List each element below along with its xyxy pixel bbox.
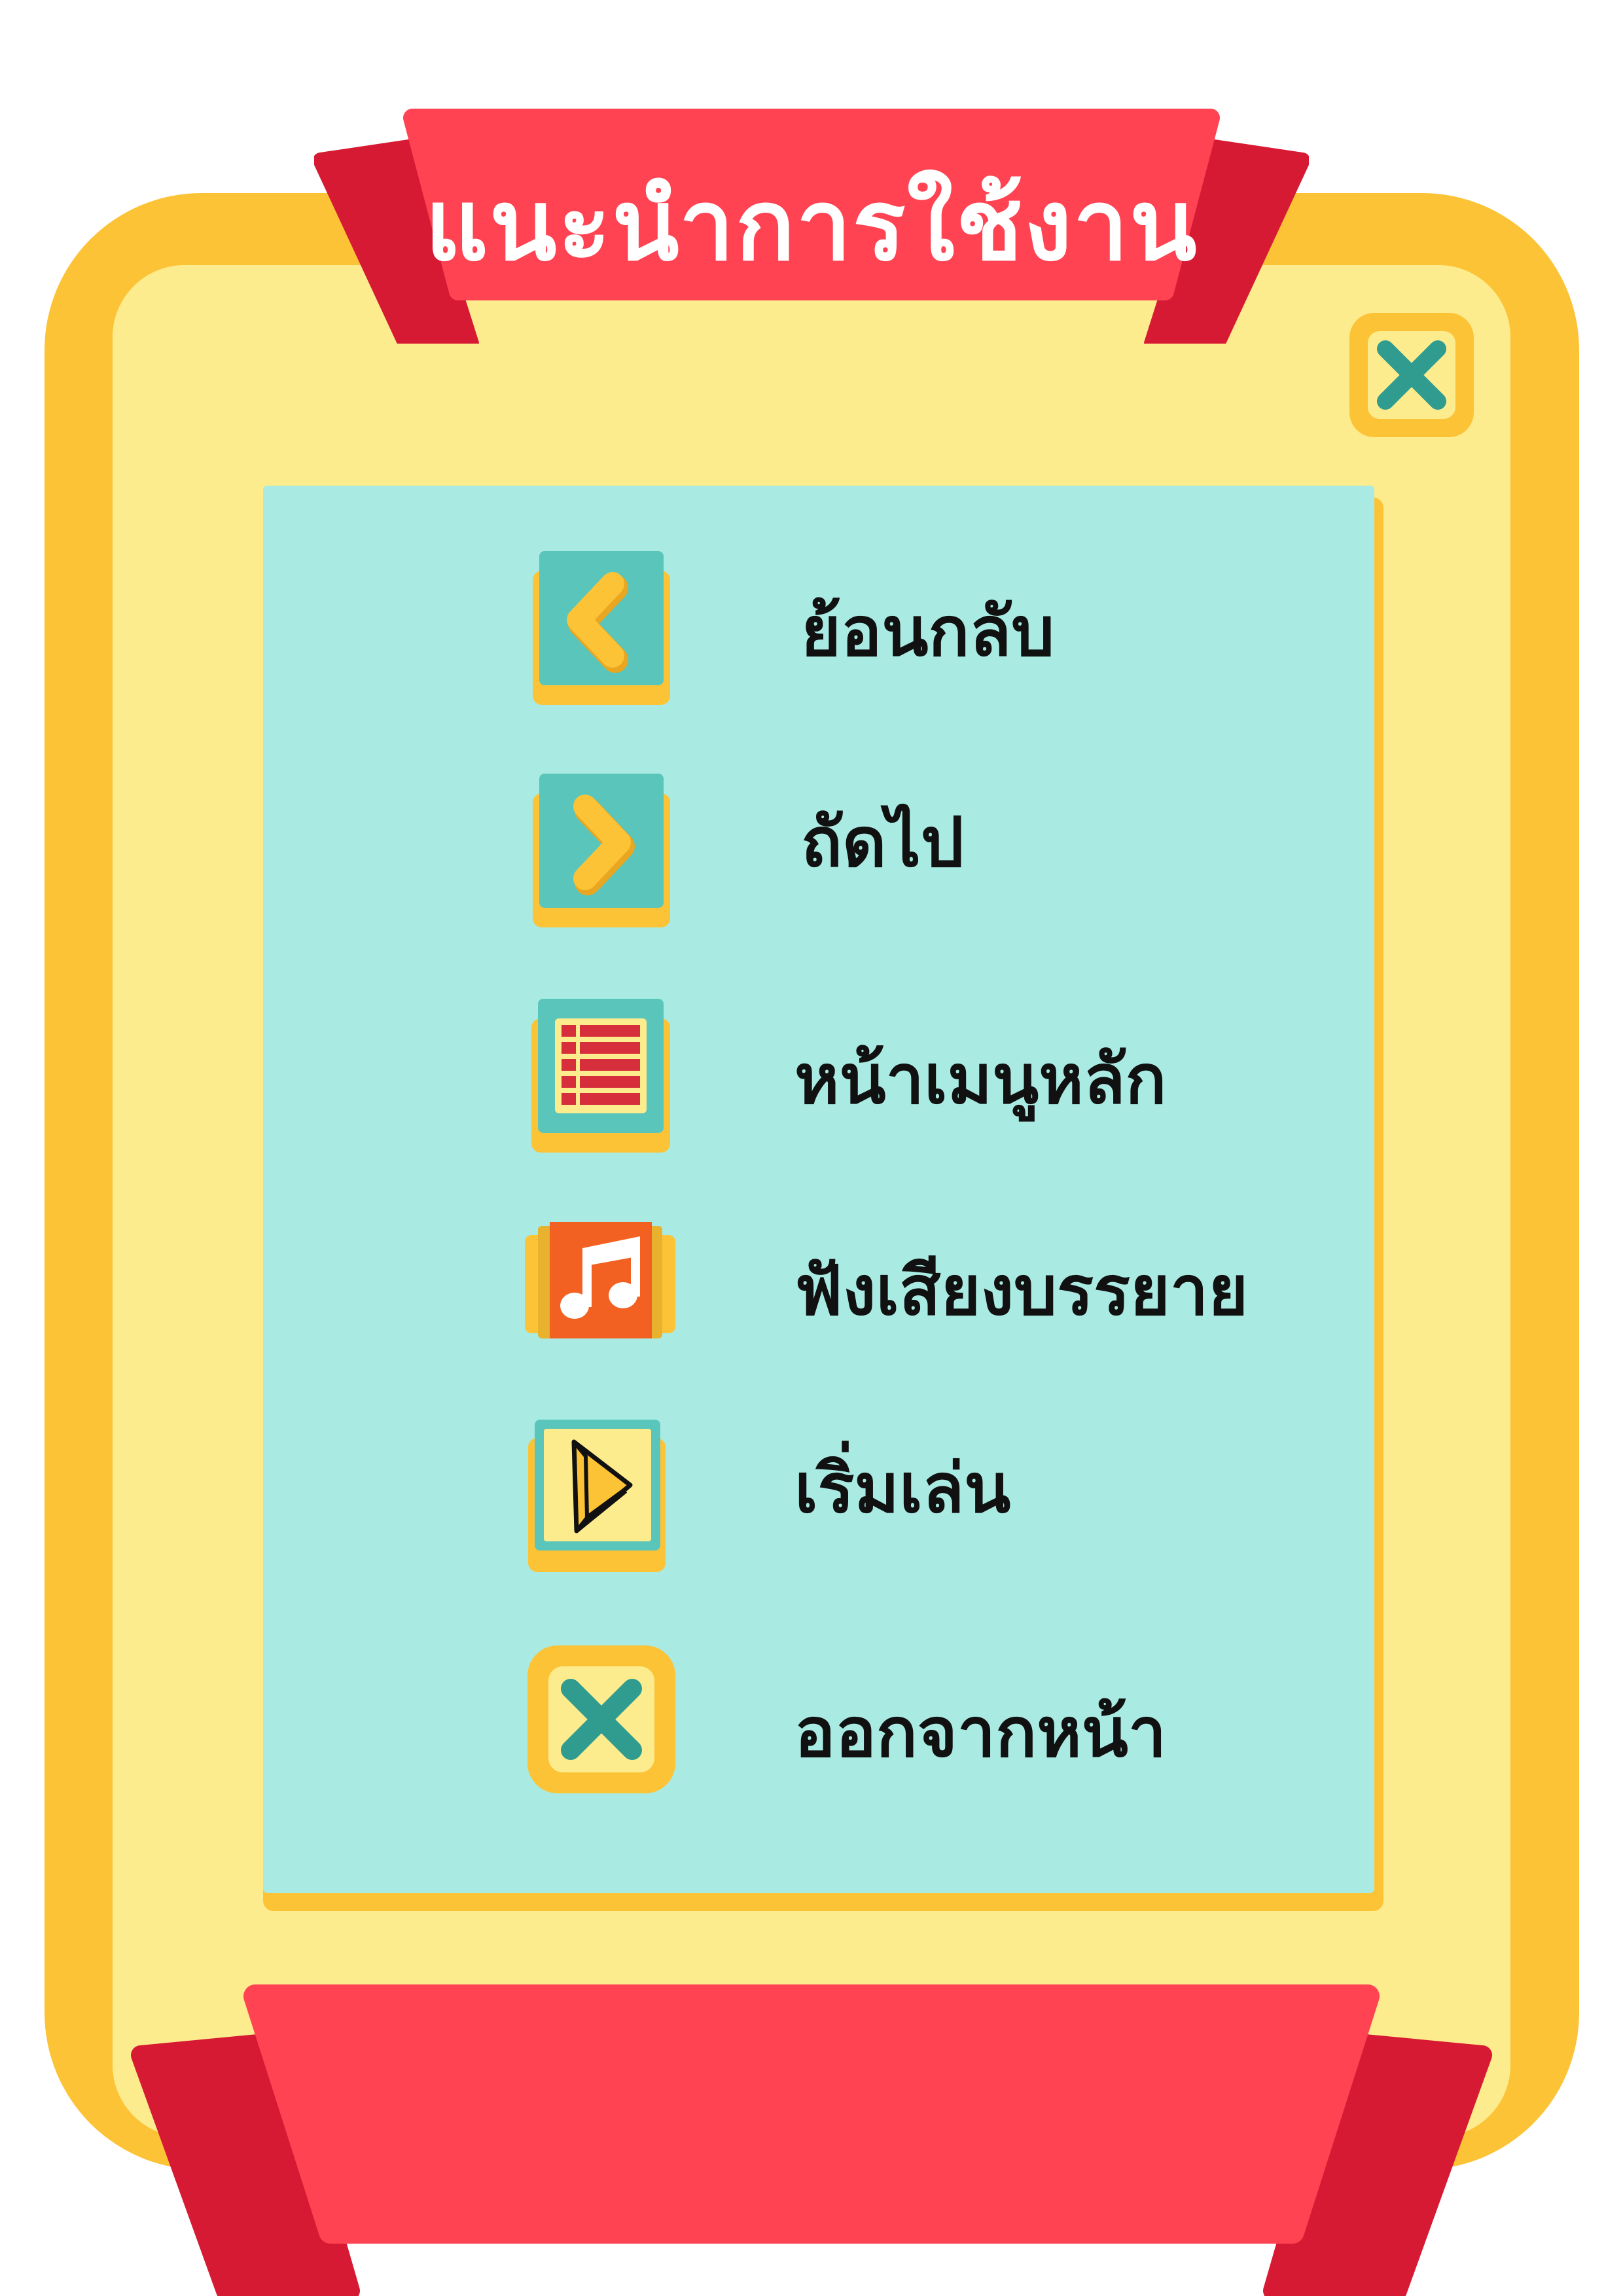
title-ribbon: แนะนำการใช้งาน — [314, 108, 1309, 344]
close-button[interactable] — [1349, 313, 1474, 437]
play-icon — [528, 1420, 666, 1572]
bottom-ribbon — [128, 1977, 1495, 2296]
close-icon — [1349, 313, 1474, 437]
main-menu-button[interactable] — [531, 999, 670, 1158]
guide-item-narration: ฟังเสียงบรรยาย — [263, 1222, 1374, 1379]
exit-button[interactable] — [527, 1645, 675, 1796]
chevron-left-icon — [533, 551, 670, 705]
menu-list-icon — [531, 999, 670, 1153]
guide-item-next: ถัดไป — [263, 774, 1374, 931]
next-button[interactable] — [533, 774, 670, 933]
guide-item-back: ย้อนกลับ — [263, 551, 1374, 708]
guide-item-label: หน้าเมนูหลัก — [794, 1039, 1167, 1119]
start-button[interactable] — [528, 1420, 666, 1576]
guide-item-label: เริ่มเล่น — [794, 1448, 1011, 1528]
guide-item-label: ออกจากหน้า — [794, 1693, 1167, 1772]
guide-item-start: เริ่มเล่น — [263, 1420, 1374, 1577]
guide-item-main-menu: หน้าเมนูหลัก — [263, 999, 1374, 1156]
narration-button[interactable] — [525, 1222, 675, 1355]
close-icon — [527, 1645, 675, 1793]
guide-item-label: ถัดไป — [801, 802, 964, 882]
guide-panel: ย้อนกลับ ถัดไป หน้าเมนูหลัก ฟังเสียงบรรย… — [263, 486, 1374, 1893]
page-title: แนะนำการใช้งาน — [425, 169, 1198, 283]
guide-item-label: ย้อนกลับ — [801, 592, 1055, 672]
chevron-right-icon — [533, 774, 670, 927]
guide-item-exit: ออกจากหน้า — [263, 1645, 1374, 1803]
music-note-icon — [525, 1222, 675, 1338]
back-button[interactable] — [533, 551, 670, 711]
guide-item-label: ฟังเสียงบรรยาย — [794, 1251, 1249, 1331]
